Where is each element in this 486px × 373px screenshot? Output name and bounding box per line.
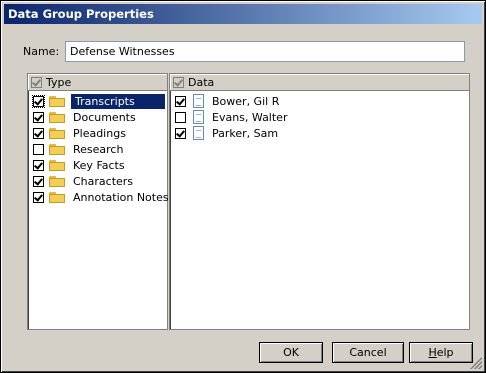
ok-button[interactable]: OK — [259, 342, 323, 363]
type-list[interactable]: Type Transcripts Documents Pleadings Resear… — [27, 73, 169, 330]
item-checkbox[interactable] — [175, 95, 186, 107]
item-checkbox[interactable] — [32, 94, 45, 108]
name-input[interactable] — [65, 41, 465, 62]
item-label: Annotation Notes — [73, 190, 169, 204]
dialog-title: Data Group Properties — [4, 4, 482, 24]
type-header-label: Type — [46, 75, 72, 89]
item-checkbox[interactable] — [33, 111, 44, 123]
type-column-header[interactable]: Type — [28, 74, 167, 91]
folder-icon — [49, 191, 65, 203]
item-checkbox[interactable] — [33, 159, 44, 171]
data-group-properties-dialog: Data Group Properties Name: Type Transcr… — [0, 0, 486, 373]
list-item[interactable]: Characters — [28, 173, 167, 189]
item-label: Bower, Gil R — [212, 94, 280, 108]
type-select-all-checkbox[interactable] — [31, 76, 42, 88]
name-label: Name: — [23, 45, 60, 58]
data-list[interactable]: Data Bower, Gil R Evans, Walter Parker, Sa… — [169, 73, 470, 330]
item-checkbox[interactable] — [33, 127, 44, 139]
help-button[interactable]: Help — [409, 342, 473, 363]
folder-icon — [49, 159, 65, 171]
folder-icon — [49, 175, 65, 187]
item-label: Research — [73, 142, 124, 156]
item-checkbox[interactable] — [33, 143, 44, 155]
cancel-button[interactable]: Cancel — [332, 342, 404, 363]
resize-grip[interactable] — [470, 357, 482, 369]
item-label: Parker, Sam — [212, 126, 279, 140]
data-select-all-checkbox[interactable] — [173, 76, 184, 88]
data-column-header[interactable]: Data — [170, 74, 469, 91]
folder-icon — [49, 95, 65, 107]
list-item[interactable]: Transcripts — [28, 93, 167, 109]
item-label: Pleadings — [73, 126, 126, 140]
item-checkbox[interactable] — [175, 127, 186, 139]
item-label: Evans, Walter — [212, 110, 288, 124]
list-item[interactable]: Parker, Sam — [170, 125, 469, 141]
folder-icon — [49, 143, 65, 155]
list-item[interactable]: Key Facts — [28, 157, 167, 173]
folder-icon — [49, 111, 65, 123]
item-label: Documents — [73, 110, 136, 124]
folder-icon — [49, 127, 65, 139]
document-icon — [193, 110, 204, 124]
document-icon — [193, 94, 204, 108]
list-item[interactable]: Evans, Walter — [170, 109, 469, 125]
data-header-label: Data — [188, 75, 215, 89]
list-item[interactable]: Research — [28, 141, 167, 157]
list-item[interactable]: Bower, Gil R — [170, 93, 469, 109]
item-checkbox[interactable] — [33, 175, 44, 187]
item-checkbox[interactable] — [33, 191, 44, 203]
help-button-label: elp — [436, 346, 454, 359]
item-label: Transcripts — [71, 93, 165, 109]
list-item[interactable]: Pleadings — [28, 125, 167, 141]
list-item[interactable]: Annotation Notes — [28, 189, 169, 205]
item-checkbox[interactable] — [175, 111, 186, 123]
item-label: Characters — [73, 174, 134, 188]
document-icon — [193, 126, 204, 140]
list-item[interactable]: Documents — [28, 109, 167, 125]
help-button-mnemonic: H — [428, 346, 437, 359]
item-label: Key Facts — [73, 158, 125, 172]
